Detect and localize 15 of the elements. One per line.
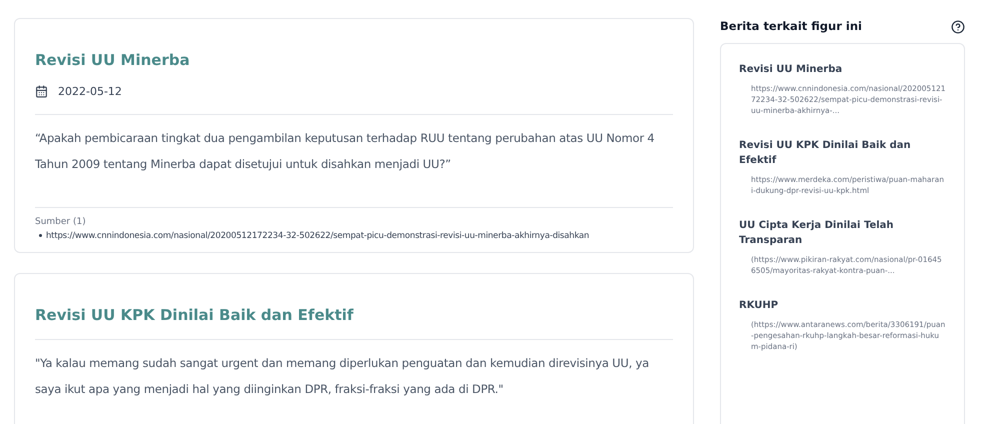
article-date: 2022-05-12 [58,84,122,100]
related-item-title[interactable]: Revisi UU KPK Dinilai Baik dan Efektif [739,138,946,174]
source-link[interactable]: https://www.cnnindonesia.com/nasional/20200512172234-32-502622/sempat-picu-demonstrasi-revisi-uu-minerba-akhirnya-disahkan [46,230,590,242]
related-item-title[interactable]: UU Cipta Kerja Dinilai Telah Transparan [739,218,946,254]
sources-label: Sumber (1) [35,216,87,229]
article-quote: “Apakah pembicaraan tingkat dua pengambilan keputusan terhadap RUU tentang perubahan atas UU Nomor 4 Tahun 2009 tentang Minerba dapat disetujui untuk disahkan menjadi UU?” [35,130,656,173]
related-item-title[interactable]: Revisi UU Minerba [739,62,946,84]
calendar-icon [35,85,48,98]
article-title: Revisi UU KPK Dinilai Baik dan Efektif [35,305,354,326]
related-item-title[interactable]: RKUHP [739,298,946,320]
article-title: Revisi UU Minerba [35,50,191,71]
bullet-icon [39,234,42,238]
help-icon[interactable] [951,20,965,34]
article-quote: "Ya kalau memang sudah sangat urgent dan memang diperlukan penguatan dan kemudian direvisinya UU, ya saya ikut apa yang menjadi hal yang diinginkan DPR, fraksi-fraksi yang ada di DPR." [35,354,650,398]
related-title: Berita terkait figur ini [720,18,862,35]
